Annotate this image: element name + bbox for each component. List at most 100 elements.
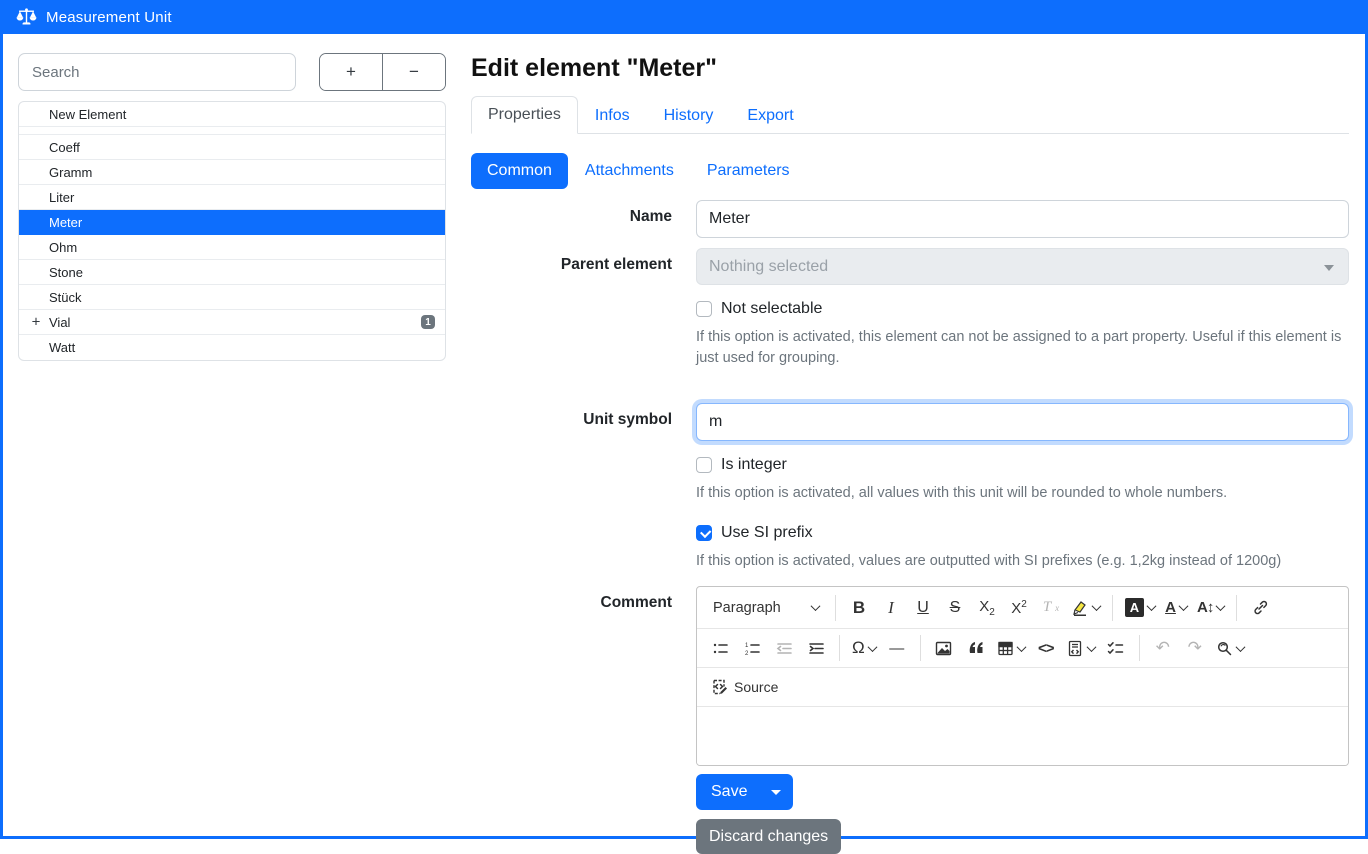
comment-editor-area[interactable] — [697, 707, 1348, 765]
numbered-list-icon[interactable]: 12 — [737, 633, 767, 663]
chevron-down-icon — [1216, 601, 1226, 611]
tree-item[interactable]: Stück — [19, 285, 445, 310]
save-dropdown-toggle[interactable] — [759, 774, 793, 810]
font-size-icon[interactable]: A↕ — [1193, 593, 1228, 623]
balance-scale-icon — [16, 8, 37, 26]
tab-export[interactable]: Export — [730, 96, 810, 134]
insert-table-icon[interactable] — [993, 633, 1029, 663]
pill-attachments[interactable]: Attachments — [569, 153, 690, 189]
chevron-down-icon — [1324, 265, 1334, 271]
name-field[interactable] — [696, 200, 1349, 238]
is-integer-checkbox[interactable] — [696, 457, 712, 473]
caret-down-icon — [771, 790, 781, 795]
child-count-badge: 1 — [421, 315, 435, 329]
inline-code-icon[interactable]: <> — [1031, 633, 1061, 663]
collapse-all-button[interactable]: − — [383, 54, 445, 90]
pill-common[interactable]: Common — [471, 153, 568, 189]
source-button[interactable]: Source — [705, 672, 784, 702]
tree-item[interactable]: Liter — [19, 185, 445, 210]
tree-separator — [19, 127, 445, 135]
chevron-down-icon — [1178, 601, 1188, 611]
tree-item[interactable]: Watt — [19, 335, 445, 360]
link-icon[interactable] — [1245, 593, 1275, 623]
tree-expand-collapse-group: + − — [319, 53, 446, 91]
horizontal-line-icon[interactable]: — — [882, 633, 912, 663]
main-content: Edit element "Meter" Properties Infos Hi… — [447, 34, 1365, 836]
form-actions: Save Discard changes — [696, 774, 1349, 854]
editor-toolbar-row-1: Paragraph B I U S X2 X2 Tx — [697, 587, 1348, 629]
discard-changes-button[interactable]: Discard changes — [696, 819, 841, 854]
use-si-prefix-label[interactable]: Use SI prefix — [721, 524, 813, 542]
undo-icon[interactable]: ↶ — [1148, 633, 1178, 663]
editor-toolbar-row-3: Source — [697, 668, 1348, 707]
chevron-down-icon — [867, 642, 877, 652]
tab-bar: Properties Infos History Export — [471, 96, 1349, 134]
svg-text:1: 1 — [745, 643, 749, 649]
is-integer-label[interactable]: Is integer — [721, 456, 787, 474]
paragraph-style-dropdown[interactable]: Paragraph — [705, 593, 827, 623]
use-si-prefix-checkbox[interactable] — [696, 525, 712, 541]
use-si-prefix-help: If this option is activated, values are … — [696, 551, 1349, 572]
top-navbar: Measurement Unit — [0, 0, 1368, 34]
parent-element-select[interactable]: Nothing selected — [696, 248, 1349, 285]
highlight-marker-icon[interactable] — [1068, 593, 1104, 623]
tree-item-new-element[interactable]: New Element — [19, 102, 445, 127]
tab-history[interactable]: History — [647, 96, 731, 134]
superscript-icon[interactable]: X2 — [1004, 593, 1034, 623]
name-label: Name — [471, 200, 672, 238]
italic-icon[interactable]: I — [876, 593, 906, 623]
code-block-icon[interactable] — [1063, 633, 1099, 663]
redo-icon[interactable]: ↷ — [1180, 633, 1210, 663]
chevron-down-icon — [1092, 601, 1102, 611]
bulleted-list-icon[interactable] — [705, 633, 735, 663]
sidebar-toolbar: + − — [18, 53, 446, 91]
insert-image-icon[interactable] — [929, 633, 959, 663]
sidebar: + − New Element Coeff Gramm Liter Meter … — [3, 34, 447, 836]
outdent-icon[interactable] — [769, 633, 799, 663]
chevron-down-icon — [811, 601, 821, 611]
save-split-button: Save — [696, 774, 793, 810]
tree-item-selected[interactable]: Meter — [19, 210, 445, 235]
indent-icon[interactable] — [801, 633, 831, 663]
not-selectable-label[interactable]: Not selectable — [721, 300, 822, 318]
save-button[interactable]: Save — [696, 774, 759, 810]
unit-symbol-label: Unit symbol — [471, 403, 672, 586]
pill-parameters[interactable]: Parameters — [691, 153, 806, 189]
subscript-icon[interactable]: X2 — [972, 593, 1002, 623]
strikethrough-icon[interactable]: S — [940, 593, 970, 623]
todo-list-icon[interactable] — [1101, 633, 1131, 663]
block-quote-icon[interactable] — [961, 633, 991, 663]
tab-infos[interactable]: Infos — [578, 96, 647, 134]
bold-icon[interactable]: B — [844, 593, 874, 623]
underline-icon[interactable]: U — [908, 593, 938, 623]
chevron-down-icon — [1235, 642, 1245, 652]
chevron-down-icon — [1147, 601, 1157, 611]
tree-item[interactable]: Gramm — [19, 160, 445, 185]
special-characters-icon[interactable]: Ω — [848, 633, 880, 663]
remove-format-icon[interactable]: Tx — [1036, 593, 1066, 623]
svg-text:2: 2 — [745, 651, 749, 657]
tree-item[interactable]: Coeff — [19, 135, 445, 160]
rich-text-editor: Paragraph B I U S X2 X2 Tx — [696, 586, 1349, 766]
not-selectable-help: If this option is activated, this elemen… — [696, 327, 1349, 369]
element-tree: New Element Coeff Gramm Liter Meter Ohm … — [18, 101, 446, 361]
pill-bar: Common Attachments Parameters — [471, 153, 1349, 189]
find-and-replace-icon[interactable] — [1212, 633, 1248, 663]
tree-item[interactable]: Ohm — [19, 235, 445, 260]
font-color-icon[interactable]: A — [1161, 593, 1191, 623]
font-background-color-icon[interactable]: A — [1121, 593, 1159, 623]
not-selectable-checkbox[interactable] — [696, 301, 712, 317]
parent-element-label: Parent element — [471, 248, 672, 386]
tab-properties[interactable]: Properties — [471, 96, 578, 134]
app-title: Measurement Unit — [46, 9, 172, 26]
search-input[interactable] — [18, 53, 296, 91]
chevron-down-icon — [1086, 642, 1096, 652]
page-frame: + − New Element Coeff Gramm Liter Meter … — [0, 34, 1368, 839]
unit-symbol-field[interactable] — [696, 403, 1349, 441]
comment-label: Comment — [471, 586, 672, 854]
expand-node-icon[interactable]: + — [30, 314, 42, 331]
tree-item[interactable]: Stone — [19, 260, 445, 285]
tree-item[interactable]: + Vial 1 — [19, 310, 445, 335]
expand-all-button[interactable]: + — [320, 54, 383, 90]
editor-toolbar-row-2: 12 — [697, 629, 1348, 668]
